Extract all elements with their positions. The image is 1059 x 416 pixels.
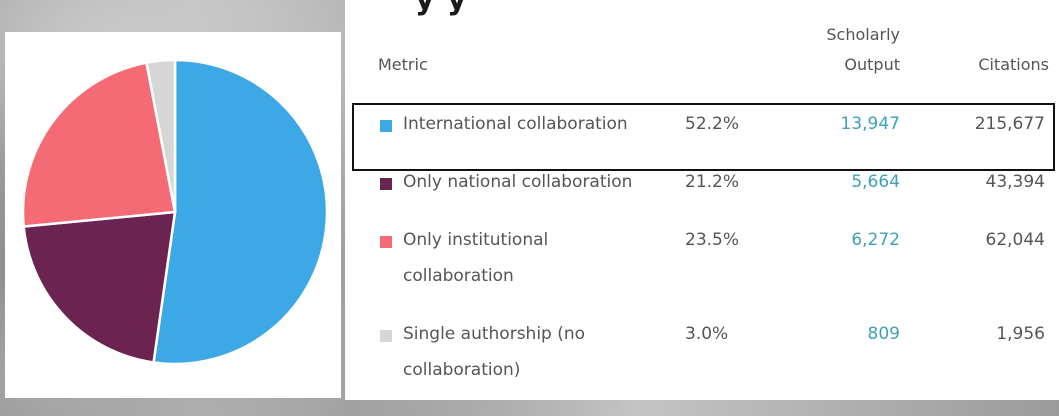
metrics-table: Metric Scholarly Output Citations Interna… [345,20,1059,396]
metric-cell: International collaboration [345,92,685,150]
table-row: Single authorship (no collaboration) 3.0… [345,302,1059,396]
table-header-row: Metric Scholarly Output Citations [345,20,1059,92]
scholarly-output-link[interactable]: 13,947 [780,92,910,150]
metric-label: Single authorship (no [403,324,586,344]
percent-cell: 21.2% [685,172,740,192]
header-citations: Citations [978,55,1049,74]
metric-label: Only national collaboration [403,172,633,192]
metric-label-line2: collaboration) [403,360,521,380]
legend-swatch [380,330,392,342]
pie-slice-international-collaboration [152,58,329,366]
header-percent [685,20,780,92]
header-scholarly-output: Scholarly Output [780,20,910,92]
scholarly-output-link[interactable]: 6,272 [780,208,910,302]
metric-cell: Single authorship (no collaboration) [345,302,685,396]
metric-label: International collaboration [403,114,628,134]
pie-slice-only-national-collaboration [22,210,177,364]
metric-label: Only institutional [403,230,549,250]
metric-label-line2: collaboration [403,266,514,286]
table-row: International collaboration 52.2% 13,947… [345,92,1059,150]
percent-cell: 23.5% [685,230,740,250]
metrics-table-panel: Metric Scholarly Output Citations Interna… [345,20,1059,400]
citations-cell: 43,394 [985,172,1045,192]
header-metric: Metric [378,55,428,74]
legend-swatch [380,236,392,248]
legend-swatch [380,120,392,132]
table-row: Only institutional collaboration 23.5% 6… [345,208,1059,302]
citations-cell: 62,044 [985,230,1045,250]
pie-chart-panel [5,32,341,398]
page-title-fragment: y y [415,0,468,17]
citations-cell: 1,956 [996,324,1045,344]
header-output-line1: Scholarly [826,25,900,44]
citations-cell: 215,677 [974,114,1045,134]
pie-chart [21,58,329,366]
metric-cell: Only national collaboration [345,150,685,208]
table-row: Only national collaboration 21.2% 5,664 … [345,150,1059,208]
metric-cell: Only institutional collaboration [345,208,685,302]
scholarly-output-link[interactable]: 5,664 [780,150,910,208]
title-strip: y y [345,0,1059,20]
percent-cell: 3.0% [685,324,729,344]
percent-cell: 52.2% [685,114,740,134]
scholarly-output-link[interactable]: 809 [780,302,910,396]
legend-swatch [380,178,392,190]
header-output-line2: Output [844,55,900,74]
